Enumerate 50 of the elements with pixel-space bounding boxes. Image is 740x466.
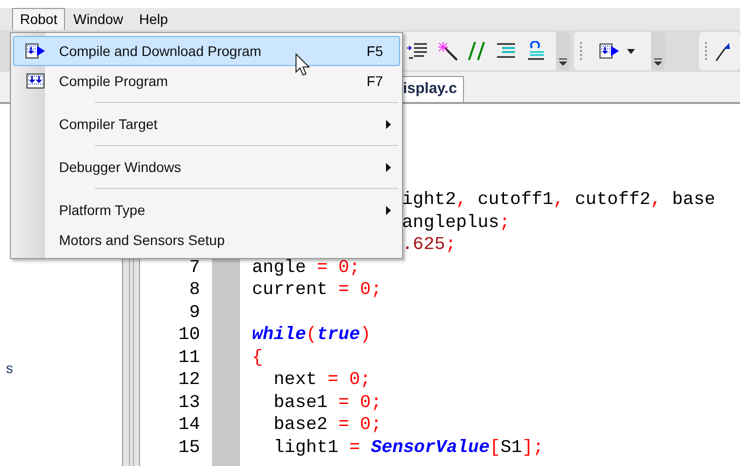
menu-item[interactable]: Compiler Target (13, 109, 400, 139)
line-number: 13 (178, 392, 200, 412)
line-number: 15 (178, 438, 200, 458)
code-line: angle = 0; (252, 258, 360, 278)
indent-icon[interactable] (406, 42, 428, 60)
side-panel-text: s (6, 358, 13, 378)
code-line: base1 = 0; (272, 392, 382, 412)
file-tab[interactable]: isplay.c (400, 76, 464, 102)
menu-bar-item[interactable]: Help (131, 8, 176, 30)
line-number: 11 (178, 348, 200, 368)
menu-item[interactable]: Compile and Download Program F5 (13, 36, 400, 66)
mouse-pointer-icon (295, 53, 311, 77)
line-number: 8 (189, 280, 200, 300)
code-line: base2 = 0; (272, 415, 382, 435)
code-line: .625; (402, 235, 456, 255)
menu-shortcut: F7 (366, 72, 383, 90)
overflow-caret-icon (654, 58, 662, 66)
line-number: 12 (178, 370, 200, 390)
pen-icon[interactable] (716, 41, 730, 61)
caret-icon (627, 48, 635, 54)
undo-list-icon[interactable] (526, 41, 546, 61)
menu-item[interactable]: Debugger Windows (13, 152, 400, 182)
toolbar-grip-icon[interactable] (580, 41, 583, 61)
toolbar-grip-icon[interactable] (705, 41, 708, 61)
code-line: next = 0; (272, 370, 371, 390)
download-icon (599, 42, 621, 60)
menu-shortcut: F5 (366, 42, 383, 60)
menu-bar-item[interactable]: Robot (12, 8, 66, 30)
code-line: { (252, 348, 263, 368)
menu-item[interactable]: Platform Type (13, 195, 400, 225)
list-lines-icon[interactable] (496, 42, 516, 60)
code-line: current = 0; (252, 280, 382, 300)
line-number: 10 (178, 325, 200, 345)
code-line: while(true) (252, 325, 371, 345)
menu-item[interactable]: Motors and Sensors Setup (13, 225, 400, 255)
magic-wand-icon[interactable] (438, 41, 458, 61)
code-line: light1 = SensorValue[S1]; (272, 438, 544, 458)
line-number: 9 (189, 302, 200, 322)
comment-slashes-icon[interactable] (468, 41, 486, 61)
menu-bar-item[interactable]: Window (65, 8, 132, 30)
menu-item[interactable]: Compile Program F7 (13, 66, 400, 96)
line-number: 14 (178, 415, 200, 435)
line-number: 7 (189, 258, 200, 278)
download-icon (25, 42, 47, 60)
overflow-caret-icon (559, 58, 567, 66)
code-line: ight2, cutoff1, cutoff2, base (402, 190, 716, 210)
compile-icon (26, 72, 46, 90)
code-line: angleplus; (402, 212, 510, 232)
toolbar-overflow-button[interactable] (651, 32, 665, 70)
toolbar-overflow-button[interactable] (556, 32, 570, 70)
